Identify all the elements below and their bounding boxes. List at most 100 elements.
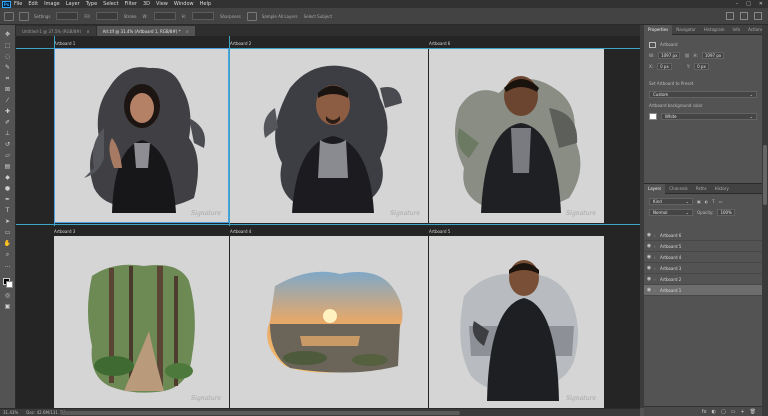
- dodge-tool-icon[interactable]: ●: [4, 185, 12, 193]
- shape-tool-icon[interactable]: ▭: [4, 229, 12, 237]
- adjustment-layer-icon[interactable]: ◐: [712, 409, 716, 415]
- eye-icon[interactable]: ◉: [644, 254, 654, 260]
- tab-paths[interactable]: Paths: [692, 184, 711, 194]
- h-field[interactable]: 1097 px: [701, 52, 725, 59]
- menu-type[interactable]: Type: [86, 1, 97, 7]
- layer-artboard-3[interactable]: ◉ › Artboard 3: [644, 263, 762, 274]
- eye-icon[interactable]: ◉: [644, 287, 654, 293]
- menu-window[interactable]: Window: [174, 1, 194, 7]
- preset-select[interactable]: Custom ⌄: [649, 91, 757, 98]
- gear-icon[interactable]: [246, 11, 257, 21]
- path-select-tool-icon[interactable]: ➤: [4, 218, 12, 226]
- more-tools-icon[interactable]: …: [4, 262, 12, 270]
- filter-shape-icon[interactable]: ▭: [719, 199, 723, 204]
- link-icon[interactable]: ⛓: [684, 53, 689, 58]
- pen-tool-icon[interactable]: ✒: [4, 196, 12, 204]
- option-settings-field[interactable]: [56, 12, 79, 20]
- eyedropper-tool-icon[interactable]: ⁄: [4, 97, 12, 105]
- close-button[interactable]: ✕: [759, 1, 763, 7]
- w-field[interactable]: 1097 px: [658, 52, 681, 59]
- group-icon[interactable]: ▭: [731, 409, 736, 415]
- background-color[interactable]: [5, 281, 13, 288]
- eraser-tool-icon[interactable]: ▱: [4, 152, 12, 160]
- zoom-level[interactable]: 31.43%: [3, 410, 18, 415]
- eye-icon[interactable]: ◉: [644, 232, 654, 238]
- layer-artboard-4[interactable]: ◉ › Artboard 4: [644, 252, 762, 263]
- healing-brush-tool-icon[interactable]: ✚: [4, 108, 12, 116]
- clone-stamp-tool-icon[interactable]: ⊥: [4, 130, 12, 138]
- zoom-tool-icon[interactable]: ⌕: [4, 251, 12, 259]
- tool-preset-icon[interactable]: [19, 11, 29, 21]
- artboard-6[interactable]: Signature: [429, 48, 604, 223]
- artboard-4-label[interactable]: Artboard 4: [230, 229, 251, 234]
- layer-artboard-2[interactable]: ◉ › Artboard 2: [644, 274, 762, 285]
- search-icon[interactable]: [726, 12, 734, 20]
- tab-navigator[interactable]: Navigator: [672, 25, 700, 35]
- option-fill-field[interactable]: [95, 12, 118, 20]
- home-icon[interactable]: [4, 11, 14, 21]
- fx-icon[interactable]: fx: [702, 409, 707, 415]
- blend-mode-select[interactable]: Normal ⌄: [649, 209, 693, 216]
- sample-all-layers-checkbox[interactable]: Sample All Layers: [262, 14, 298, 19]
- layer-artboard-6[interactable]: ◉ › Artboard 6: [644, 230, 762, 241]
- hand-tool-icon[interactable]: ✋: [4, 240, 12, 248]
- quick-select-tool-icon[interactable]: ✎: [4, 64, 12, 72]
- eye-icon[interactable]: ◉: [644, 276, 654, 282]
- horizontal-scrollbar[interactable]: [60, 411, 460, 415]
- close-icon[interactable]: ×: [86, 29, 89, 34]
- filter-pixel-icon[interactable]: ▣: [697, 199, 701, 204]
- gradient-tool-icon[interactable]: ▤: [4, 163, 12, 171]
- eye-icon[interactable]: ◉: [644, 265, 654, 271]
- option-h-field[interactable]: [191, 12, 214, 20]
- artboard-3-label[interactable]: Artboard 3: [54, 229, 75, 234]
- blur-tool-icon[interactable]: ◆: [4, 174, 12, 182]
- quick-mask-icon[interactable]: ◎: [4, 292, 12, 300]
- opacity-field[interactable]: 100%: [717, 209, 735, 216]
- menu-image[interactable]: Image: [44, 1, 60, 7]
- artboard-1-label[interactable]: Artboard 1: [54, 41, 75, 46]
- filter-type-icon[interactable]: T: [712, 199, 714, 204]
- bg-color-swatch[interactable]: [649, 113, 657, 120]
- history-brush-tool-icon[interactable]: ↺: [4, 141, 12, 149]
- eye-icon[interactable]: ◉: [644, 243, 654, 249]
- tab-channels[interactable]: Channels: [665, 184, 692, 194]
- menu-3d[interactable]: 3D: [143, 1, 150, 7]
- menu-edit[interactable]: Edit: [28, 1, 38, 7]
- crop-tool-icon[interactable]: ⌗: [4, 75, 12, 83]
- color-swatches[interactable]: [2, 277, 14, 289]
- scrollbar-thumb[interactable]: [763, 145, 767, 205]
- artboard-5-label[interactable]: Artboard 5: [429, 229, 450, 234]
- y-field[interactable]: 0 px: [694, 63, 709, 70]
- menu-help[interactable]: Help: [200, 1, 211, 7]
- tab-history[interactable]: History: [711, 184, 733, 194]
- mask-icon[interactable]: ▢: [721, 409, 726, 415]
- new-layer-icon[interactable]: +: [740, 409, 744, 415]
- artboard-4[interactable]: [230, 236, 428, 408]
- layer-artboard-1[interactable]: ◉ › Artboard 1: [644, 285, 762, 296]
- select-subject-button[interactable]: Select Subject: [304, 14, 333, 19]
- artboard-selection[interactable]: [54, 48, 229, 223]
- share-icon[interactable]: [754, 12, 762, 20]
- maximize-button[interactable]: □: [746, 1, 751, 7]
- bg-color-select[interactable]: White ⌄: [661, 113, 757, 120]
- menu-filter[interactable]: Filter: [125, 1, 137, 7]
- menu-view[interactable]: View: [156, 1, 168, 7]
- brush-tool-icon[interactable]: ✐: [4, 119, 12, 127]
- option-w-field[interactable]: [153, 12, 176, 20]
- artboard-2-label[interactable]: Artboard 2: [230, 41, 251, 46]
- layer-kind-filter[interactable]: Kind ⌄: [649, 198, 693, 205]
- tab-layers[interactable]: Layers: [644, 183, 666, 194]
- tab-info[interactable]: Info: [729, 25, 745, 35]
- artboard-6-label[interactable]: Artboard 6: [429, 41, 450, 46]
- minimize-button[interactable]: –: [736, 1, 739, 7]
- lasso-tool-icon[interactable]: ◌: [4, 53, 12, 61]
- menu-file[interactable]: File: [14, 1, 22, 7]
- tab-untitled-1[interactable]: Untitled-1 @ 37.5% (RGB/8#) ×: [16, 26, 96, 36]
- tab-properties[interactable]: Properties: [644, 24, 673, 35]
- artboard-3[interactable]: Signature: [54, 236, 229, 408]
- artboard-2[interactable]: Signature: [230, 48, 428, 223]
- tab-histogram[interactable]: Histogram: [700, 25, 729, 35]
- marquee-tool-icon[interactable]: ⬚: [4, 42, 12, 50]
- workspace-icon[interactable]: [740, 12, 748, 20]
- screen-mode-icon[interactable]: ▣: [4, 303, 12, 311]
